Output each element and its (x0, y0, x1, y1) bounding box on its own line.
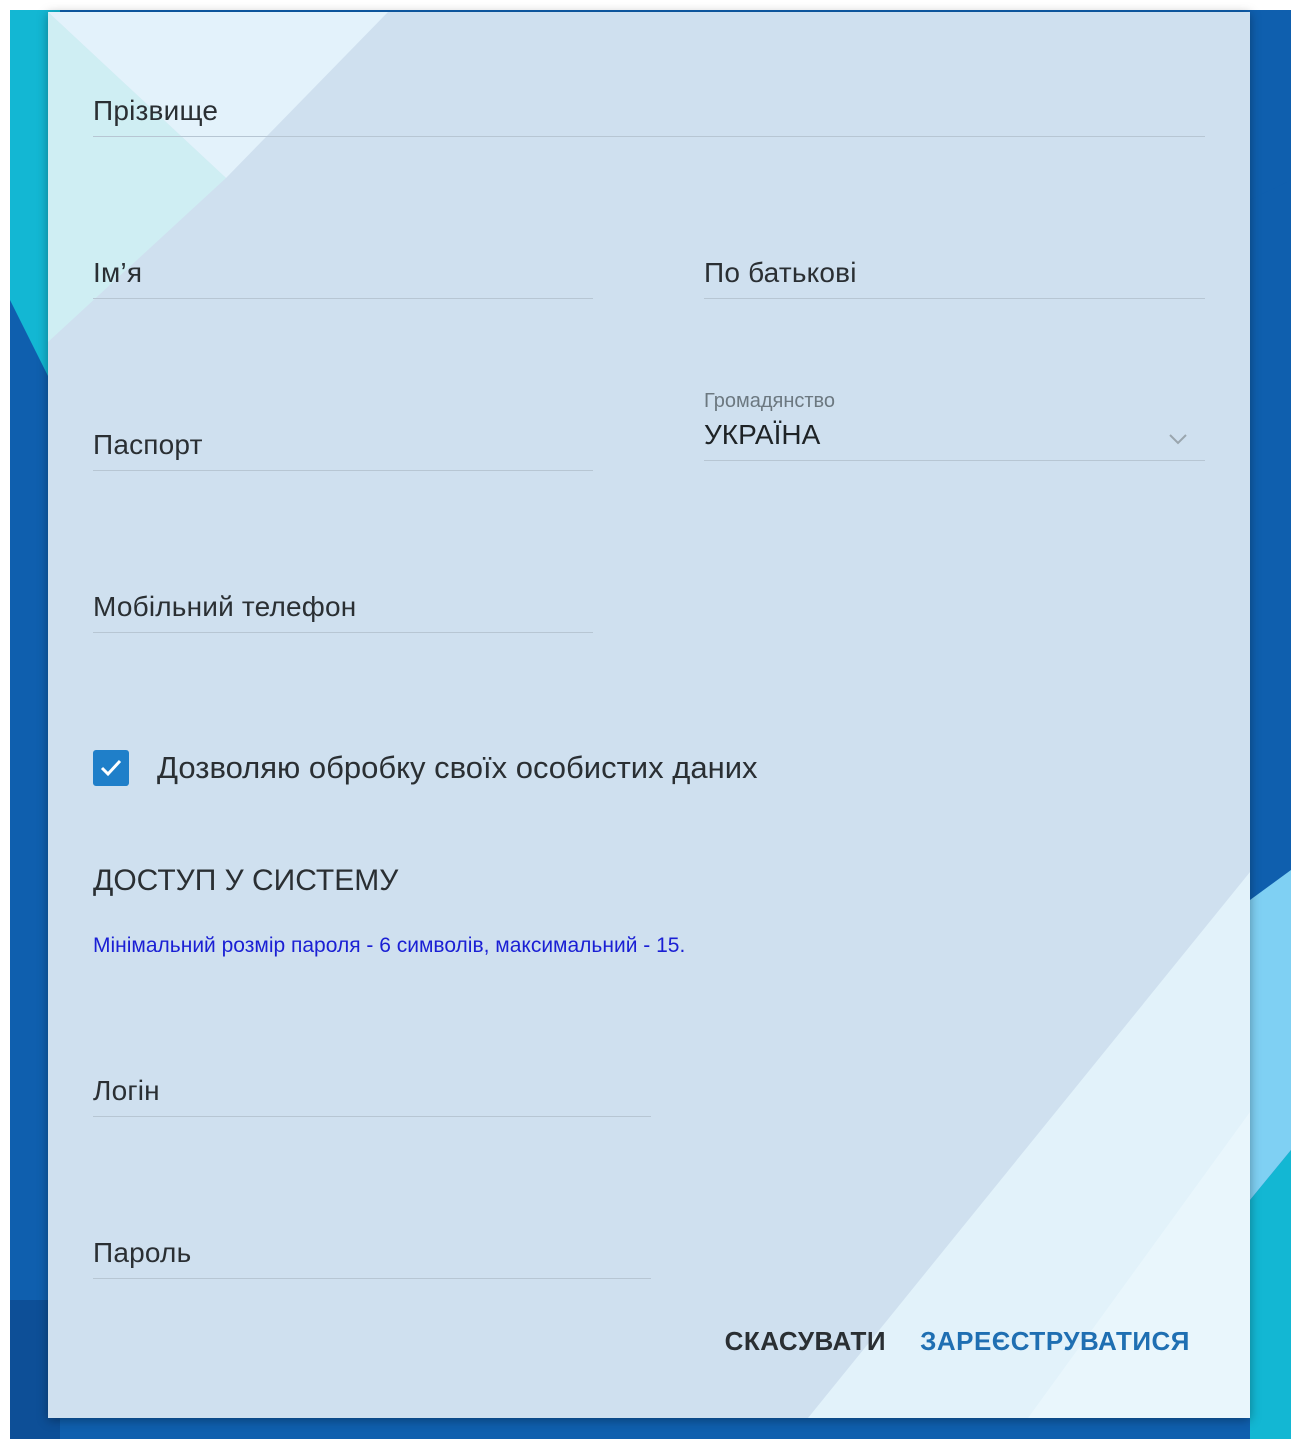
cancel-button[interactable]: СКАСУВАТИ (725, 1326, 886, 1357)
consent-checkbox[interactable] (93, 750, 129, 786)
citizenship-value: УКРАЇНА (704, 419, 821, 450)
citizenship-select[interactable]: Громадянство УКРАЇНА (704, 390, 1205, 461)
patronymic-placeholder: По батькові (704, 257, 857, 288)
chevron-down-icon (1169, 434, 1187, 445)
first-name-placeholder: Ім’я (93, 257, 143, 288)
mobile-phone-placeholder: Мобільний телефон (93, 591, 357, 622)
first-name-field[interactable]: Ім’я (93, 254, 593, 299)
access-section-title: ДОСТУП У СИСТЕМУ (93, 864, 399, 897)
citizenship-label: Громадянство (704, 390, 836, 412)
mobile-phone-field[interactable]: Мобільний телефон (93, 588, 593, 633)
login-placeholder: Логін (93, 1075, 160, 1106)
register-button[interactable]: ЗАРЕЄСТРУВАТИСЯ (920, 1326, 1190, 1357)
consent-label: Дозволяю обробку своїх особистих даних (157, 750, 758, 785)
consent-row[interactable]: Дозволяю обробку своїх особистих даних (93, 750, 758, 786)
password-placeholder: Пароль (93, 1237, 192, 1268)
surname-placeholder: Прізвище (93, 95, 219, 126)
form-actions: СКАСУВАТИ ЗАРЕЄСТРУВАТИСЯ (725, 1326, 1190, 1357)
passport-field[interactable]: Паспорт (93, 426, 593, 471)
login-field[interactable]: Логін (93, 1072, 651, 1117)
card-decoration (48, 12, 1250, 1418)
surname-field[interactable]: Прізвище (93, 92, 1205, 137)
password-hint: Мінімальний розмір пароля - 6 символів, … (93, 934, 686, 957)
patronymic-field[interactable]: По батькові (704, 254, 1205, 299)
check-icon (100, 759, 122, 777)
password-field[interactable]: Пароль (93, 1234, 651, 1279)
registration-form-card: Прізвище Ім’я По батькові Паспорт Громад… (48, 12, 1250, 1418)
passport-placeholder: Паспорт (93, 429, 203, 460)
